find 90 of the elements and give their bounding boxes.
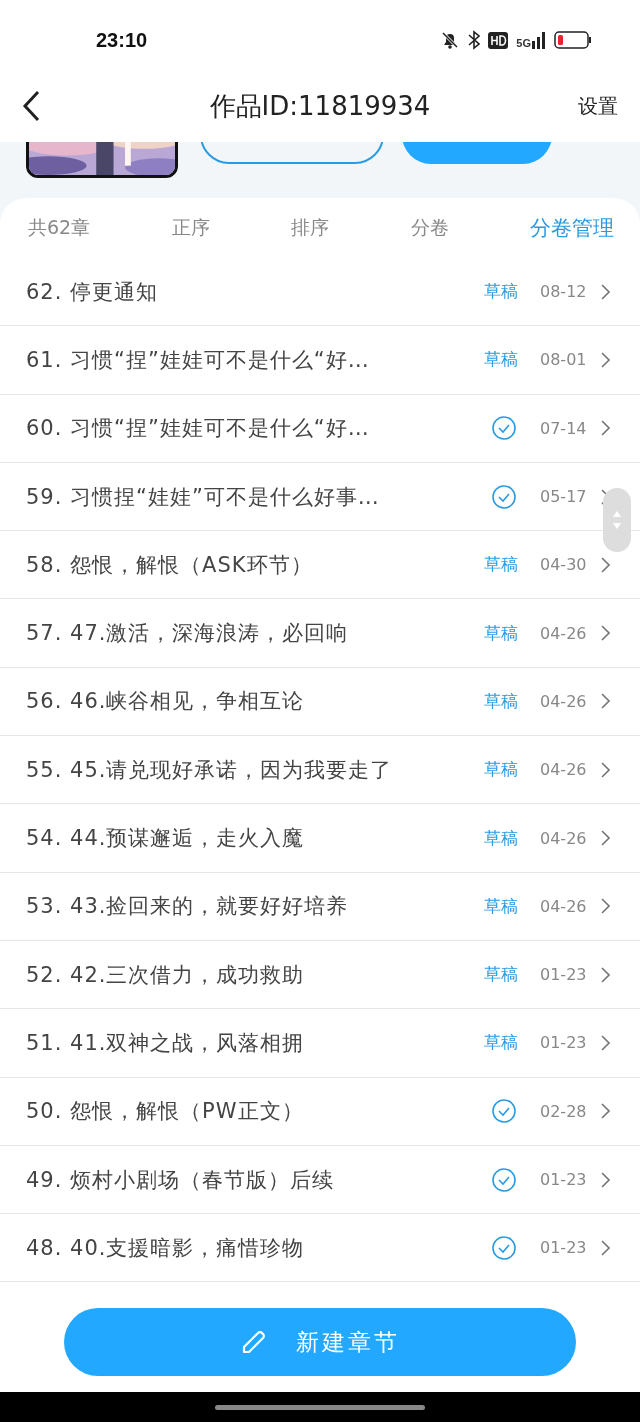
chapter-date: 04-26	[540, 623, 588, 643]
chapter-date: 01-23	[540, 1238, 588, 1258]
chapter-row[interactable]: 48. 40.支援暗影，痛惜珍物 01-23	[0, 1214, 640, 1283]
check-circle-icon	[491, 1098, 517, 1125]
chapter-row[interactable]: 51. 41.双神之战，风落相拥 草稿 01-23	[0, 1009, 640, 1078]
network-type: 5G	[516, 37, 531, 49]
chapter-title: 55. 45.请兑现好承诺，因为我要走了	[26, 756, 394, 784]
chapter-title: 54. 44.预谋邂逅，走火入魔	[26, 825, 306, 852]
settings-link[interactable]: 设置	[578, 92, 618, 120]
chevron-right-icon	[600, 351, 610, 368]
draft-label: 草稿	[484, 963, 519, 987]
chapter-title: 52. 42.三次借力，成功救助	[26, 961, 306, 989]
chapter-date: 01-23	[540, 1170, 588, 1189]
chapter-title: 61. 习惯“捏”娃娃可不是什么“好…	[26, 346, 371, 374]
chapter-date: 04-30	[540, 555, 588, 575]
chapter-row[interactable]: 61. 习惯“捏”娃娃可不是什么“好… 草稿 08-01	[0, 326, 640, 395]
chapter-title: 59. 习惯捏“娃娃”可不是什么好事…	[26, 483, 381, 511]
check-circle-icon	[491, 1166, 517, 1193]
chapter-row[interactable]: 55. 45.请兑现好承诺，因为我要走了 草稿 04-26	[0, 736, 640, 805]
battery-icon	[554, 31, 592, 49]
draft-label: 草稿	[484, 894, 519, 918]
chevron-right-icon	[600, 830, 610, 846]
chapter-title: 48. 40.支援暗影，痛惜珍物	[26, 1234, 306, 1262]
chevron-right-icon	[600, 898, 610, 915]
chapter-row[interactable]: 52. 42.三次借力，成功救助 草稿 01-23	[0, 940, 640, 1010]
draft-label: 草稿	[484, 553, 519, 577]
chapter-date: 04-26	[540, 828, 588, 848]
hd-icon	[488, 31, 509, 49]
chapter-date: 05-17	[540, 487, 588, 507]
chapter-row[interactable]: 50. 怨恨，解恨（PW正文） 02-28	[0, 1077, 640, 1146]
chapter-title: 58. 怨恨，解恨（ASK环节）	[26, 551, 314, 579]
check-circle-icon	[491, 415, 517, 442]
bell-muted-icon	[440, 30, 461, 50]
page-title: 作品ID:11819934	[209, 90, 431, 121]
draft-label: 草稿	[484, 1031, 519, 1055]
draft-label: 草稿	[484, 689, 519, 713]
chapter-title: 60. 习惯“捏”娃娃可不是什么“好…	[26, 415, 371, 443]
draft-label: 草稿	[484, 758, 519, 782]
chevron-right-icon	[600, 1239, 610, 1256]
draft-label: 草稿	[484, 280, 519, 304]
chapter-title: 56. 46.峡谷相见，争相互论	[26, 688, 306, 716]
chapter-title: 62. 停更通知	[26, 278, 160, 306]
scroll-handle[interactable]	[603, 488, 631, 552]
chapter-date: 02-28	[540, 1101, 588, 1121]
chevron-right-icon	[600, 966, 610, 983]
chevron-right-icon	[600, 1103, 610, 1120]
chevron-right-icon	[600, 283, 610, 300]
chapter-title: 51. 41.双神之战，风落相拥	[26, 1029, 306, 1057]
chevron-right-icon	[600, 761, 610, 778]
chapter-date: 08-01	[540, 350, 588, 370]
check-circle-icon	[491, 483, 517, 510]
home-indicator[interactable]	[215, 1404, 425, 1410]
chapter-title: 50. 怨恨，解恨（PW正文）	[26, 1098, 305, 1126]
chevron-right-icon	[600, 556, 610, 573]
up-down-arrows-icon	[612, 510, 622, 530]
draft-label: 草稿	[484, 348, 519, 372]
chevron-right-icon	[600, 625, 610, 642]
chapter-date: 01-23	[540, 1033, 588, 1053]
toolbar-option[interactable]: 分卷	[410, 215, 449, 241]
chapter-count: 共62章	[28, 215, 91, 240]
chapter-title: 57. 47.激活，深海浪涛，必回响	[26, 620, 350, 648]
chapter-row[interactable]: 60. 习惯“捏”娃娃可不是什么“好… 07-14	[0, 394, 640, 463]
chevron-right-icon	[600, 1171, 610, 1188]
chapter-date: 08-12	[540, 282, 588, 302]
chapter-date: 04-26	[540, 760, 588, 780]
pencil-icon	[240, 1328, 268, 1356]
bluetooth-icon	[468, 30, 481, 50]
check-circle-icon	[491, 1234, 517, 1261]
chapter-row[interactable]: 57. 47.激活，深海浪涛，必回响 草稿 04-26	[0, 599, 640, 668]
draft-label: 草稿	[484, 621, 519, 645]
chapter-date: 07-14	[540, 418, 588, 438]
chevron-right-icon	[600, 420, 610, 437]
chevron-right-icon	[600, 693, 610, 710]
toolbar-option[interactable]: 正序	[171, 215, 210, 241]
signal-icon	[532, 31, 546, 49]
clock: 23:10	[96, 28, 148, 52]
chapter-date: 04-26	[540, 691, 588, 711]
chapter-title: 53. 43.捡回来的，就要好好培养	[26, 893, 350, 921]
chevron-right-icon	[600, 1034, 610, 1051]
chapter-date: 04-26	[540, 896, 588, 916]
back-icon[interactable]	[22, 90, 40, 122]
toolbar-option[interactable]: 排序	[291, 215, 330, 241]
chapter-row[interactable]: 56. 46.峡谷相见，争相互论 草稿 04-26	[0, 667, 640, 737]
chapter-title: 49. 烦村小剧场（春节版）后续	[26, 1166, 336, 1194]
chapter-row[interactable]: 54. 44.预谋邂逅，走火入魔 草稿 04-26	[0, 804, 640, 873]
chapter-row[interactable]: 62. 停更通知 草稿 08-12	[0, 258, 640, 327]
draft-label: 草稿	[484, 826, 519, 850]
chapter-date: 01-23	[540, 965, 588, 985]
chapter-row[interactable]: 53. 43.捡回来的，就要好好培养 草稿 04-26	[0, 872, 640, 941]
chapter-row[interactable]: 49. 烦村小剧场（春节版）后续 01-23	[0, 1145, 640, 1215]
